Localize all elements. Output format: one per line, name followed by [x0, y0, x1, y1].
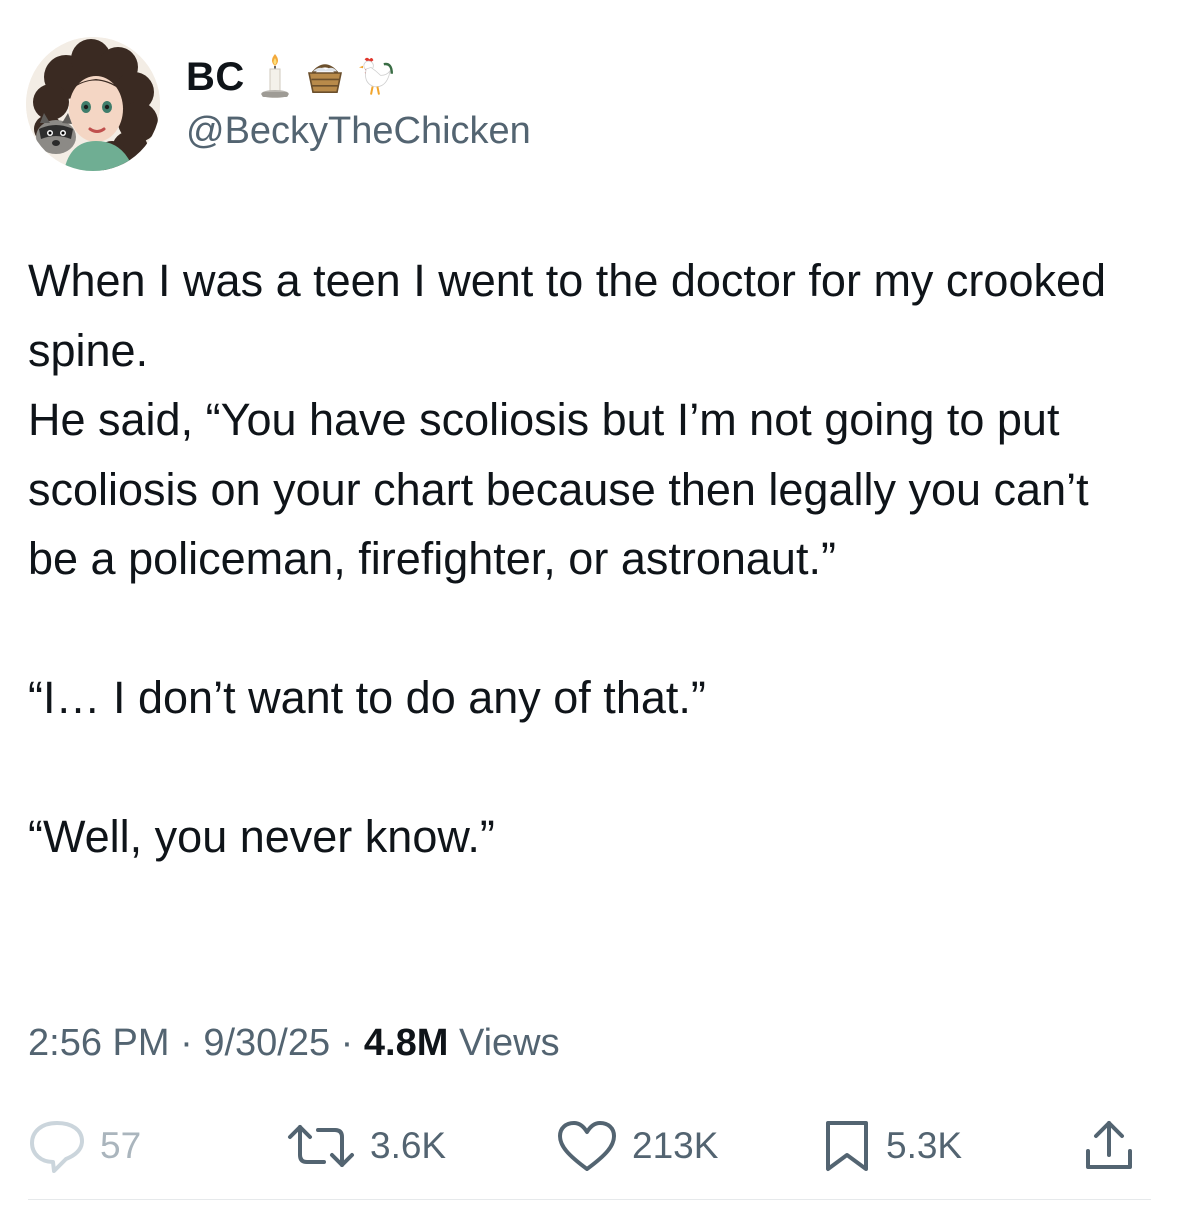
meta-separator: · — [340, 1022, 354, 1064]
views-count: 4.8M — [363, 1022, 449, 1064]
bookmark-count: 5.3K — [886, 1125, 963, 1166]
repost-count: 3.6K — [370, 1125, 447, 1166]
views-label: Views — [458, 1022, 560, 1064]
reply-icon — [30, 1121, 84, 1173]
reply-count: 57 — [100, 1125, 142, 1166]
tweet-paragraph: When I was a teen I went to the doctor f… — [28, 255, 1107, 376]
avatar[interactable] — [26, 37, 160, 171]
repost-button[interactable]: 3.6K — [286, 1116, 446, 1176]
tweet-blank-line — [28, 594, 1148, 664]
reply-button[interactable]: 57 — [28, 1116, 141, 1176]
bottom-divider — [28, 1199, 1151, 1200]
tweet-text: When I was a teen I went to the doctor f… — [28, 246, 1148, 872]
author-name-row[interactable]: BC — [186, 52, 395, 102]
avatar-illustration — [26, 37, 160, 171]
like-button[interactable]: 213K — [556, 1116, 718, 1176]
heart-icon — [558, 1121, 616, 1171]
author-display-name[interactable]: BC — [186, 53, 245, 101]
action-bar: 57 3.6K 213K 5.3K — [0, 1116, 1179, 1176]
meta-separator: · — [180, 1022, 193, 1064]
author-handle[interactable]: @BeckyTheChicken — [186, 108, 531, 154]
bookmark-icon — [826, 1121, 868, 1171]
tweet-paragraph: “I… I don’t want to do any of that.” — [28, 672, 706, 723]
tweet-time[interactable]: 2:56 PM — [28, 1022, 170, 1064]
share-button[interactable] — [1082, 1116, 1136, 1176]
tweet-paragraph: “Well, you never know.” — [28, 811, 495, 862]
tweet-date[interactable]: 9/30/25 — [203, 1022, 330, 1064]
tweet-paragraph: He said, “You have scoliosis but I’m not… — [28, 394, 1089, 584]
repost-icon — [288, 1125, 354, 1167]
tweet-meta: 2:56 PM · 9/30/25 · 4.8M Views — [28, 1018, 560, 1068]
basket-icon — [305, 52, 345, 102]
bookmark-button[interactable]: 5.3K — [822, 1116, 962, 1176]
candle-icon — [255, 52, 295, 102]
like-count: 213K — [632, 1125, 719, 1166]
rooster-icon — [355, 52, 395, 102]
tweet-blank-line — [28, 733, 1148, 803]
share-icon — [1086, 1121, 1132, 1169]
